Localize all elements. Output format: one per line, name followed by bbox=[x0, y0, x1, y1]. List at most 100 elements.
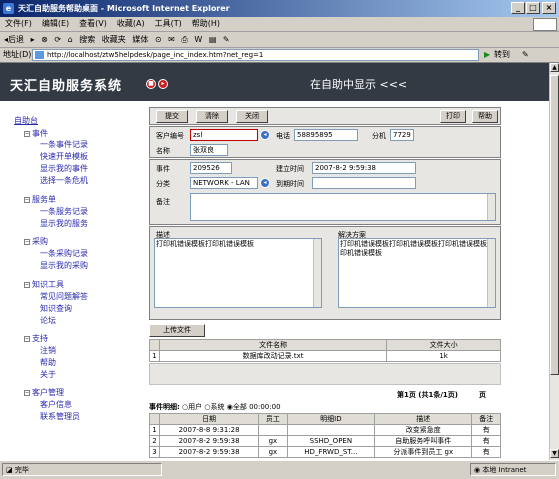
sidebar-item[interactable]: 知识查询 bbox=[40, 303, 72, 314]
sidebar-item[interactable]: 选择一条危机 bbox=[40, 175, 88, 186]
customer-id-input[interactable]: zsl bbox=[190, 129, 258, 141]
note-textarea[interactable] bbox=[190, 193, 496, 221]
sidebar-section-events[interactable]: − 事件 bbox=[24, 128, 48, 139]
address-input[interactable]: http://localhost/ztw5helpdesk/page_inc_i… bbox=[32, 49, 479, 61]
submit-button[interactable]: 提交 bbox=[156, 110, 188, 123]
phone-input[interactable]: 58895895 bbox=[294, 129, 358, 141]
stop-icon[interactable]: ⊗ bbox=[41, 32, 48, 47]
forward-button[interactable]: ▸ bbox=[31, 32, 35, 47]
word-edit-icon[interactable]: W bbox=[194, 32, 202, 47]
table-row[interactable]: 2 2007-8-2 9:59:38 gx SSHD_OPEN 自助服务呼叫事件… bbox=[149, 435, 501, 447]
collapse-icon[interactable]: − bbox=[24, 389, 30, 396]
clear-button[interactable]: 清除 bbox=[196, 110, 228, 123]
event-label: 事件 bbox=[156, 165, 170, 173]
desc-textarea[interactable]: 打印机错误模板打印机错误模板 bbox=[154, 238, 322, 308]
lookup-icon[interactable]: ◂ bbox=[260, 130, 270, 140]
menu-favorites[interactable]: 收藏(A) bbox=[112, 17, 150, 31]
collapse-icon[interactable]: − bbox=[24, 130, 30, 137]
discuss-icon[interactable]: ▤ bbox=[209, 32, 217, 47]
scroll-thumb[interactable] bbox=[550, 75, 559, 375]
sidebar-item[interactable]: 关于 bbox=[40, 369, 56, 380]
refresh-icon[interactable]: ⟳ bbox=[54, 32, 61, 47]
favorites-button[interactable]: 收藏夹 bbox=[102, 32, 126, 47]
collapse-icon[interactable]: − bbox=[24, 238, 30, 245]
sidebar-item[interactable]: 一条采购记录 bbox=[40, 248, 88, 259]
help-button[interactable]: 帮助 bbox=[472, 110, 498, 123]
created-input[interactable]: 2007-8-2 9:59:38 bbox=[312, 162, 416, 174]
scrollbar[interactable] bbox=[487, 239, 495, 307]
zone-indicator: ◉ 本地 Intranet bbox=[470, 463, 556, 476]
page-scrollbar[interactable]: ▲ ▼ bbox=[549, 63, 559, 460]
ext-input[interactable]: 7729 bbox=[390, 129, 414, 141]
solution-textarea[interactable]: 打印机错误模板打印机错误模板打印机错误模板打印机错误模板 bbox=[338, 238, 496, 308]
scrollbar[interactable] bbox=[313, 239, 321, 307]
scrollbar[interactable] bbox=[487, 194, 495, 220]
file-link[interactable]: 数据库改动记录.txt bbox=[158, 350, 388, 362]
note-label: 备注 bbox=[156, 198, 170, 206]
collapse-icon[interactable]: − bbox=[24, 335, 30, 342]
upload-button[interactable]: 上传文件 bbox=[149, 324, 205, 337]
sidebar-item[interactable]: 论坛 bbox=[40, 315, 56, 326]
sidebar-item[interactable]: 客户信息 bbox=[40, 399, 72, 410]
stop-marquee-icon[interactable]: ■ bbox=[146, 79, 156, 89]
messenger-icon[interactable]: ✎ bbox=[223, 32, 230, 47]
menu-help[interactable]: 帮助(H) bbox=[187, 17, 225, 31]
sidebar-item[interactable]: 注销 bbox=[40, 345, 56, 356]
scroll-down-icon[interactable]: ▼ bbox=[550, 449, 559, 458]
sidebar-item[interactable]: 帮助 bbox=[40, 357, 56, 368]
filter-time: 00:00:00 bbox=[249, 403, 281, 411]
menu-tools[interactable]: 工具(T) bbox=[150, 17, 187, 31]
menu-file[interactable]: 文件(F) bbox=[0, 17, 37, 31]
menu-view[interactable]: 查看(V) bbox=[74, 17, 112, 31]
filter-label: 事件明细: bbox=[149, 403, 180, 411]
table-cell: SSHD_OPEN bbox=[286, 435, 376, 447]
close-button[interactable]: × bbox=[542, 2, 556, 14]
category-input[interactable]: NETWORK - LAN bbox=[190, 177, 258, 189]
sidebar-section-purchase[interactable]: − 采购 bbox=[24, 236, 48, 247]
arrival-input[interactable] bbox=[312, 177, 416, 189]
media-button[interactable]: 媒体 bbox=[132, 32, 148, 47]
table-row[interactable]: 3 2007-8-2 9:59:38 gx HD_FRWD_ST... 分派事件… bbox=[149, 446, 501, 458]
sidebar-item[interactable]: 常见问题解答 bbox=[40, 291, 88, 302]
history-icon[interactable]: ⊙ bbox=[155, 32, 162, 47]
table-cell: 2007-8-2 9:59:38 bbox=[158, 435, 260, 447]
column-header: 文件名称 bbox=[158, 339, 388, 351]
event-box: 事件 209526 建立时间 2007-8-2 9:59:38 分类 NETWO… bbox=[149, 159, 501, 225]
table-row[interactable]: 1 2007-8-8 9:31:28 改变紧急度 有 bbox=[149, 424, 501, 436]
collapse-icon[interactable]: − bbox=[24, 196, 30, 203]
sidebar-section-customer[interactable]: − 客户管理 bbox=[24, 387, 64, 398]
sidebar-item[interactable]: 显示我的服务 bbox=[40, 218, 88, 229]
sidebar-item[interactable]: 一条事件记录 bbox=[40, 139, 88, 150]
minimize-button[interactable]: _ bbox=[511, 2, 525, 14]
play-marquee-icon[interactable]: ▸ bbox=[158, 79, 168, 89]
go-button[interactable]: 转到 bbox=[494, 48, 510, 62]
file-table-header: 文件名称 文件大小 bbox=[149, 339, 501, 351]
sidebar-section-support[interactable]: − 支持 bbox=[24, 333, 48, 344]
collapse-icon[interactable]: − bbox=[24, 281, 30, 288]
category-lookup-icon[interactable]: ◂ bbox=[260, 178, 270, 188]
event-input[interactable]: 209526 bbox=[190, 162, 232, 174]
maximize-button[interactable]: □ bbox=[526, 2, 540, 14]
home-icon[interactable]: ⌂ bbox=[68, 32, 73, 47]
sidebar-item[interactable]: 快速开单模板 bbox=[40, 151, 88, 162]
sidebar-item[interactable]: 联系管理员 bbox=[40, 411, 80, 422]
print-button[interactable]: 打印 bbox=[440, 110, 466, 123]
table-row[interactable]: 1 数据库改动记录.txt 1k bbox=[149, 350, 501, 362]
sidebar-section-knowledge[interactable]: − 知识工具 bbox=[24, 279, 64, 290]
table-cell: gx bbox=[258, 446, 288, 458]
sidebar-root-link[interactable]: 自助台 bbox=[14, 115, 38, 126]
sidebar-item[interactable]: 显示我的事件 bbox=[40, 163, 88, 174]
scroll-up-icon[interactable]: ▲ bbox=[550, 63, 559, 72]
search-button[interactable]: 搜索 bbox=[79, 32, 95, 47]
print-icon[interactable]: ⎙ bbox=[181, 32, 187, 47]
back-button[interactable]: ◂后退 bbox=[4, 32, 24, 47]
menu-edit[interactable]: 编辑(E) bbox=[37, 17, 74, 31]
links-icon[interactable]: ✎ bbox=[522, 48, 529, 62]
sidebar-item[interactable]: 一条服务记录 bbox=[40, 206, 88, 217]
close-form-button[interactable]: 关闭 bbox=[236, 110, 268, 123]
sidebar-section-service[interactable]: − 服务单 bbox=[24, 194, 56, 205]
name-input[interactable]: 张双良 bbox=[190, 144, 228, 156]
sidebar-item[interactable]: 显示我的采购 bbox=[40, 260, 88, 271]
go-arrow-icon[interactable]: ▶ bbox=[484, 48, 490, 62]
mail-icon[interactable]: ✉ bbox=[168, 32, 175, 47]
